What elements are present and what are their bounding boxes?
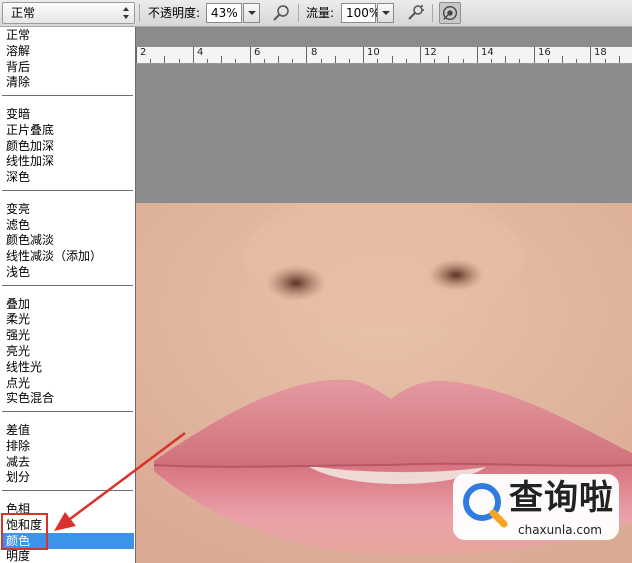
blend-mode-option[interactable]: 线性减淡（添加） — [1, 248, 134, 264]
toolbar-divider — [139, 4, 140, 22]
blend-mode-group-divider — [2, 190, 133, 191]
blend-mode-option[interactable]: 强光 — [1, 327, 134, 343]
blend-mode-option[interactable]: 变暗 — [1, 106, 134, 122]
opacity-dropdown-button[interactable] — [243, 3, 260, 23]
ruler-tick — [547, 59, 549, 63]
ruler-tick — [434, 59, 436, 63]
airbrush-pressure-icon[interactable] — [270, 2, 292, 24]
blend-mode-option[interactable]: 颜色加深 — [1, 138, 134, 154]
blend-mode-group-divider — [2, 95, 133, 97]
ruler-tick — [320, 59, 322, 63]
ruler-tick — [178, 59, 180, 63]
chevron-updown-icon — [123, 7, 129, 19]
blend-mode-select[interactable]: 正常 — [2, 2, 135, 24]
blend-mode-option[interactable]: 亮光 — [1, 343, 134, 359]
ruler-tick — [292, 59, 294, 63]
watermark-url: chaxunla.com — [518, 523, 602, 537]
ruler-label: 12 — [424, 47, 437, 58]
ruler-label: 2 — [140, 47, 147, 58]
ruler-tick — [576, 59, 578, 63]
opacity-input[interactable]: 43% — [206, 3, 242, 23]
ruler-label: 14 — [481, 47, 494, 58]
horizontal-ruler: 2 4 6 8 10 12 14 16 18 — [136, 47, 632, 64]
blend-mode-option[interactable]: 浅色 — [1, 264, 134, 280]
ruler-tick — [590, 47, 592, 63]
tablet-pressure-size-icon[interactable] — [439, 2, 461, 24]
blend-mode-option[interactable]: 正常 — [1, 27, 134, 43]
ruler-tick — [278, 56, 279, 63]
flow-dropdown-button[interactable] — [377, 3, 394, 23]
blend-mode-option[interactable]: 明度 — [1, 548, 134, 563]
ruler-tick — [391, 56, 393, 63]
blend-mode-group-divider — [2, 411, 133, 413]
ruler-tick — [207, 59, 208, 63]
ruler-tick — [192, 47, 194, 63]
annotation-arrow-icon — [54, 431, 186, 531]
blend-mode-option[interactable]: 颜色减淡 — [1, 232, 134, 248]
ruler-tick — [249, 47, 251, 63]
ruler-tick — [618, 56, 620, 63]
blend-mode-value: 正常 — [11, 6, 36, 20]
ruler-tick — [533, 47, 535, 63]
blend-mode-option[interactable]: 深色 — [1, 169, 134, 185]
options-bar: 正常 不透明度: 43% 流量: 100% — [0, 0, 632, 27]
ruler-label: 16 — [538, 47, 551, 58]
ruler-label: 8 — [311, 47, 318, 58]
ruler-tick — [306, 47, 308, 63]
blend-mode-option[interactable]: 变亮 — [1, 201, 134, 217]
blend-mode-option[interactable]: 背后 — [1, 59, 134, 75]
ruler-tick — [235, 59, 237, 63]
ruler-tick — [263, 59, 265, 63]
ruler-label: 6 — [254, 47, 261, 58]
ruler-label: 4 — [197, 47, 204, 58]
blend-mode-option[interactable]: 线性加深 — [1, 153, 134, 169]
flow-label: 流量: — [306, 6, 335, 20]
magnifier-q-logo-icon — [463, 483, 508, 528]
ruler-tick — [221, 56, 223, 63]
ruler-tick — [462, 59, 464, 63]
ruler-tick — [562, 56, 563, 63]
blend-mode-option[interactable]: 清除 — [1, 74, 134, 90]
blend-mode-option[interactable]: 溶解 — [1, 43, 134, 59]
ruler-tick — [164, 56, 166, 63]
flow-input[interactable]: 100% — [341, 3, 380, 23]
toolbar-divider — [298, 4, 299, 22]
blend-mode-option[interactable]: 正片叠底 — [1, 122, 134, 138]
airbrush-icon[interactable] — [404, 2, 426, 24]
watermark-title: 查询啦 — [509, 478, 614, 518]
ruler-tick — [519, 59, 521, 63]
blend-mode-option[interactable]: 实色混合 — [1, 390, 134, 406]
ruler-label: 10 — [367, 47, 380, 58]
blend-mode-group-divider — [2, 284, 133, 286]
ruler-tick — [505, 56, 507, 63]
ruler-tick — [363, 47, 365, 63]
ruler-label: 18 — [594, 47, 607, 58]
ruler-tick — [136, 47, 137, 63]
blend-mode-option[interactable]: 叠加 — [1, 296, 134, 312]
blend-mode-option[interactable]: 柔光 — [1, 311, 134, 327]
blend-mode-option[interactable]: 滤色 — [1, 217, 134, 233]
blend-mode-option[interactable]: 线性光 — [1, 359, 134, 375]
ruler-tick — [377, 59, 379, 63]
ruler-tick — [334, 56, 336, 63]
ruler-tick — [420, 47, 421, 63]
ruler-tick — [491, 59, 492, 63]
toolbar-divider — [432, 4, 433, 22]
ruler-tick — [604, 59, 606, 63]
ruler-tick — [150, 59, 152, 63]
blend-mode-option[interactable]: 点光 — [1, 375, 134, 391]
ruler-tick — [349, 59, 350, 63]
ruler-tick — [476, 47, 478, 63]
ruler-tick — [448, 56, 450, 63]
ruler-tick — [405, 59, 407, 63]
opacity-label: 不透明度: — [148, 6, 201, 20]
